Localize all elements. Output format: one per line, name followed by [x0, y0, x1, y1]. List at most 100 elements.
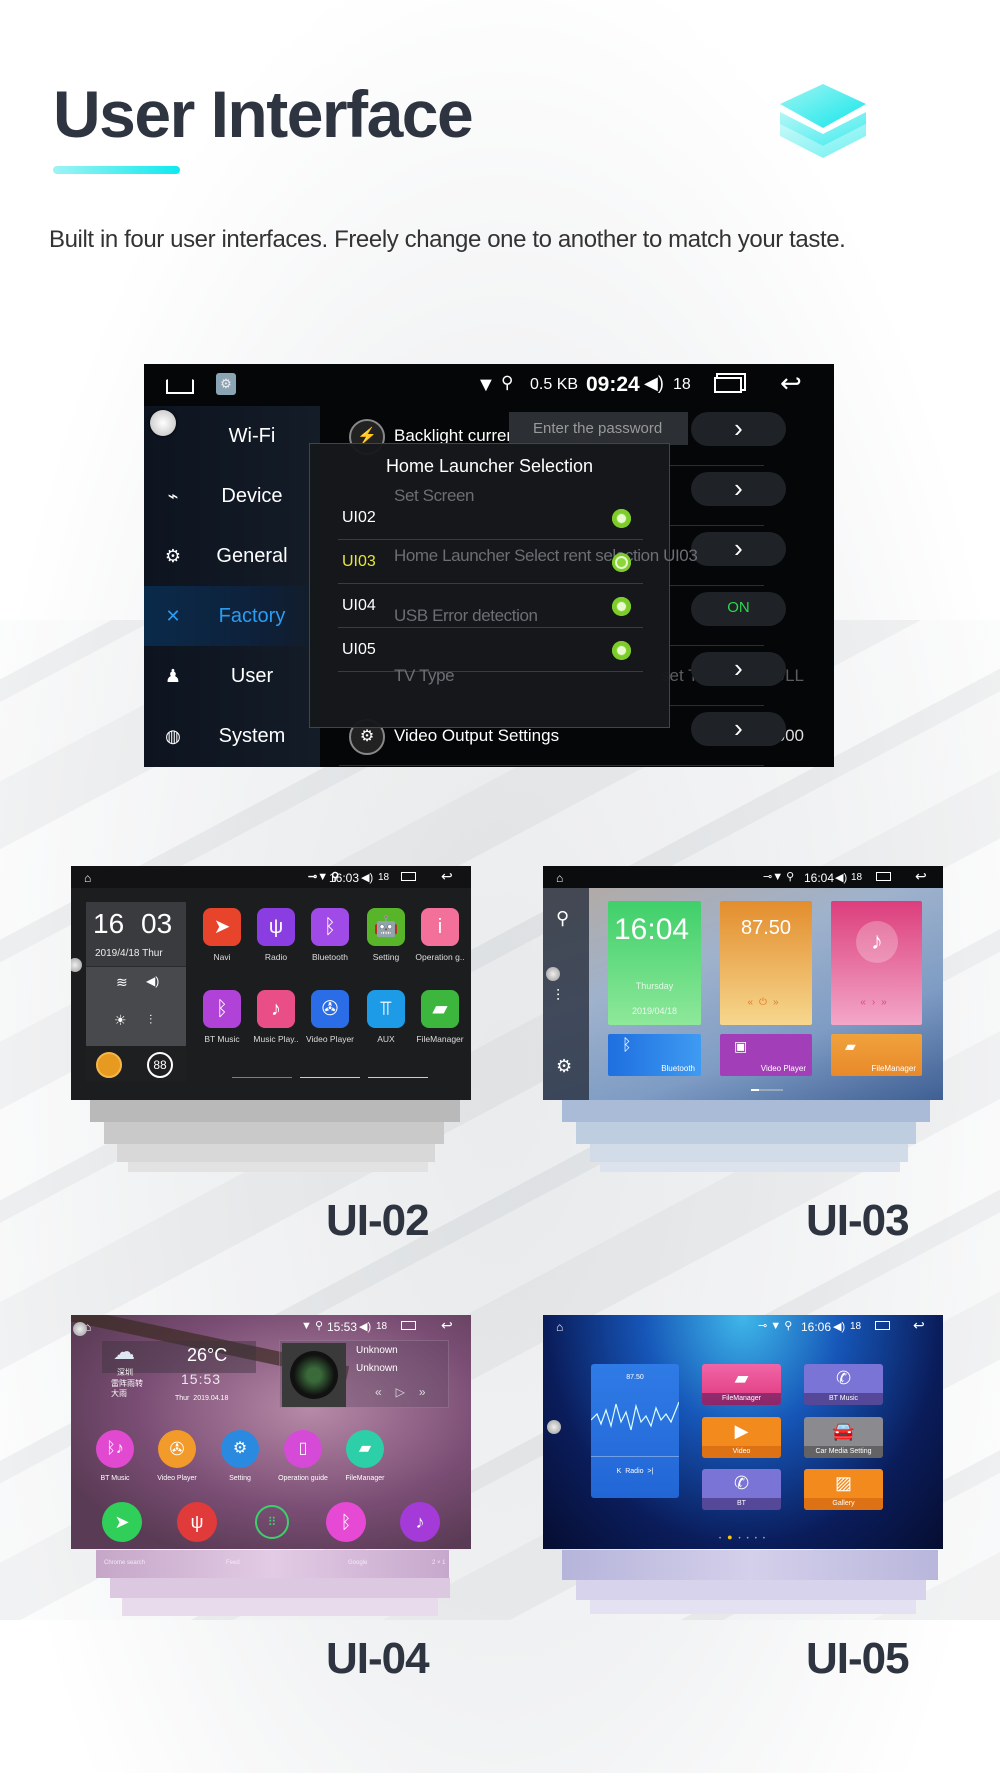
radio-button-selected[interactable]: [612, 553, 631, 572]
tile-bt[interactable]: ✆ BT: [702, 1469, 781, 1510]
back-icon[interactable]: ↩: [780, 368, 802, 399]
app-radio[interactable]: ψ Radio: [249, 908, 303, 962]
home-icon[interactable]: ⌂: [556, 871, 563, 885]
chevron-right-button[interactable]: ›: [691, 532, 786, 566]
floating-assist-button[interactable]: [546, 967, 560, 981]
gear-icon[interactable]: ⚙: [556, 1056, 572, 1077]
volume-icon: ◀): [833, 1321, 846, 1333]
car-icon[interactable]: [96, 1052, 122, 1078]
volume-icon: ◀): [359, 1321, 372, 1333]
tile-car-media-setting[interactable]: 🚘 Car Media Setting: [804, 1417, 883, 1458]
home-icon[interactable]: [166, 374, 194, 394]
app-operation-guide[interactable]: ▯: [284, 1430, 322, 1468]
apps-icon[interactable]: 88: [147, 1052, 173, 1078]
wifi-toggle[interactable]: ≋: [116, 974, 128, 991]
stack-shadow: [122, 1598, 438, 1616]
back-icon[interactable]: ↩: [915, 868, 927, 885]
radio-controls[interactable]: K Radio >|: [591, 1468, 679, 1475]
radio-icon[interactable]: ψ: [177, 1502, 217, 1542]
recent-apps-icon[interactable]: [876, 872, 891, 881]
back-icon[interactable]: ↩: [913, 1317, 925, 1334]
video-player-tile[interactable]: ▣ Video Player: [720, 1034, 812, 1076]
sidebar-item-wifi[interactable]: Wi-Fi: [144, 406, 320, 466]
stack-shadow: [128, 1162, 428, 1172]
music-widget[interactable]: Unknown Unknown «▷»: [279, 1340, 449, 1408]
floating-assist-button[interactable]: [73, 1322, 87, 1336]
floating-assist-button[interactable]: [547, 1420, 561, 1434]
radio-button[interactable]: [612, 509, 631, 528]
brightness-toggle[interactable]: ☀: [114, 1012, 127, 1029]
location-pin-icon[interactable]: ⚲: [556, 908, 569, 929]
album-art: [282, 1343, 346, 1407]
recent-apps-icon[interactable]: [714, 377, 742, 393]
chevron-right-button[interactable]: ›: [691, 712, 786, 746]
chevron-right-button[interactable]: ›: [691, 412, 786, 446]
radio-tile[interactable]: 87.50 «⏻»: [720, 901, 812, 1025]
tile-video[interactable]: ▶ Video: [702, 1417, 781, 1458]
sidebar-item-system[interactable]: ◍ System: [144, 706, 320, 766]
playback-controls[interactable]: «▷»: [375, 1385, 440, 1399]
music-tile[interactable]: ♪ «›»: [831, 901, 922, 1025]
bluetooth-tile[interactable]: ᛒ Bluetooth: [608, 1034, 701, 1076]
phone-music-icon: ✆: [835, 1368, 852, 1388]
app-bluetooth[interactable]: ᛒ Bluetooth: [303, 908, 357, 962]
home-icon[interactable]: ⌂: [556, 1320, 563, 1334]
chevron-right-button[interactable]: ›: [691, 472, 786, 506]
app-file-manager[interactable]: ▰ FileManager: [413, 990, 467, 1044]
radio-button[interactable]: [612, 597, 631, 616]
app-operation-guide[interactable]: i Operation g..: [413, 908, 467, 962]
recent-apps-icon[interactable]: [401, 1321, 416, 1330]
sidebar-item-user[interactable]: ♟ User: [144, 646, 320, 706]
file-manager-tile[interactable]: ▰ FileManager: [831, 1034, 922, 1076]
sidebar-item-device[interactable]: ⌁ Device: [144, 466, 320, 526]
volume-toggle[interactable]: ◀): [146, 974, 159, 988]
music-controls[interactable]: «›»: [831, 997, 922, 1008]
equalizer-toggle[interactable]: ⫶: [149, 1012, 152, 1028]
stack-shadow: [576, 1580, 926, 1600]
bluetooth-icon[interactable]: ᛒ: [326, 1502, 366, 1542]
recent-apps-icon[interactable]: [401, 872, 416, 881]
radio-controls[interactable]: «⏻»: [720, 997, 812, 1008]
password-input[interactable]: Enter the password: [509, 412, 688, 445]
all-apps-icon[interactable]: ⠿: [255, 1505, 289, 1539]
app-navi[interactable]: ➤ Navi: [195, 908, 249, 962]
navigation-icon[interactable]: ➤: [102, 1502, 142, 1542]
tile-file-manager[interactable]: ▰ FileManager: [702, 1364, 781, 1405]
app-video-player[interactable]: ✇ Video Player: [303, 990, 357, 1044]
launcher-option-ui02[interactable]: UI02: [338, 496, 643, 540]
clock-tile[interactable]: 16:04 Thursday 2019/04/18: [608, 901, 701, 1025]
ui05-screen: ⌂ ⊸ ▼ ⚲ 16:06 ◀) 18 ↩ 87.50 K Radio >| ▰…: [543, 1315, 943, 1549]
sidebar-item-factory[interactable]: ✕ Factory: [144, 586, 320, 646]
app-file-manager[interactable]: ▰: [346, 1430, 384, 1468]
settings-app-icon: ⚙: [216, 373, 236, 395]
music-icon[interactable]: ♪: [400, 1502, 440, 1542]
stack-shadow: [590, 1600, 916, 1614]
launcher-option-ui05[interactable]: UI05: [338, 628, 643, 672]
equalizer-icon[interactable]: ⫶: [556, 988, 560, 1006]
app-setting[interactable]: ⚙: [221, 1430, 259, 1468]
app-bt-music[interactable]: ᛒ BT Music: [195, 990, 249, 1044]
radio-card[interactable]: 87.50 K Radio >|: [591, 1364, 679, 1498]
sidebar-item-general[interactable]: ⚙ General: [144, 526, 320, 586]
page-subtitle: Built in four user interfaces. Freely ch…: [49, 226, 846, 253]
tile-bt-music[interactable]: ✆ BT Music: [804, 1364, 883, 1405]
chevron-right-button[interactable]: ›: [691, 652, 786, 686]
recent-apps-icon[interactable]: [875, 1321, 890, 1330]
app-aux[interactable]: ⫪ AUX: [359, 990, 413, 1044]
status-time: 09:24: [586, 373, 640, 396]
back-icon[interactable]: ↩: [441, 868, 453, 885]
app-music-player[interactable]: ♪ Music Play..: [249, 990, 303, 1044]
status-bar: ⚙ ▼ ⚲ 0.5 KB 09:24 ◀) 18 ↩: [144, 364, 834, 406]
tile-gallery[interactable]: ▨ Gallery: [804, 1469, 883, 1510]
usb-error-toggle[interactable]: ON: [691, 592, 786, 626]
home-icon[interactable]: ⌂: [84, 871, 91, 885]
volume-level: 18: [673, 376, 691, 393]
wifi-icon: ⊸▼ ⚲: [763, 871, 795, 883]
volume-icon: ◀): [361, 872, 374, 884]
app-bt-music[interactable]: ᛒ♪: [96, 1430, 134, 1468]
radio-button[interactable]: [612, 641, 631, 660]
floating-assist-button[interactable]: [71, 958, 82, 972]
back-icon[interactable]: ↩: [441, 1317, 453, 1334]
app-video-player[interactable]: ✇: [158, 1430, 196, 1468]
app-setting[interactable]: 🤖 Setting: [359, 908, 413, 962]
